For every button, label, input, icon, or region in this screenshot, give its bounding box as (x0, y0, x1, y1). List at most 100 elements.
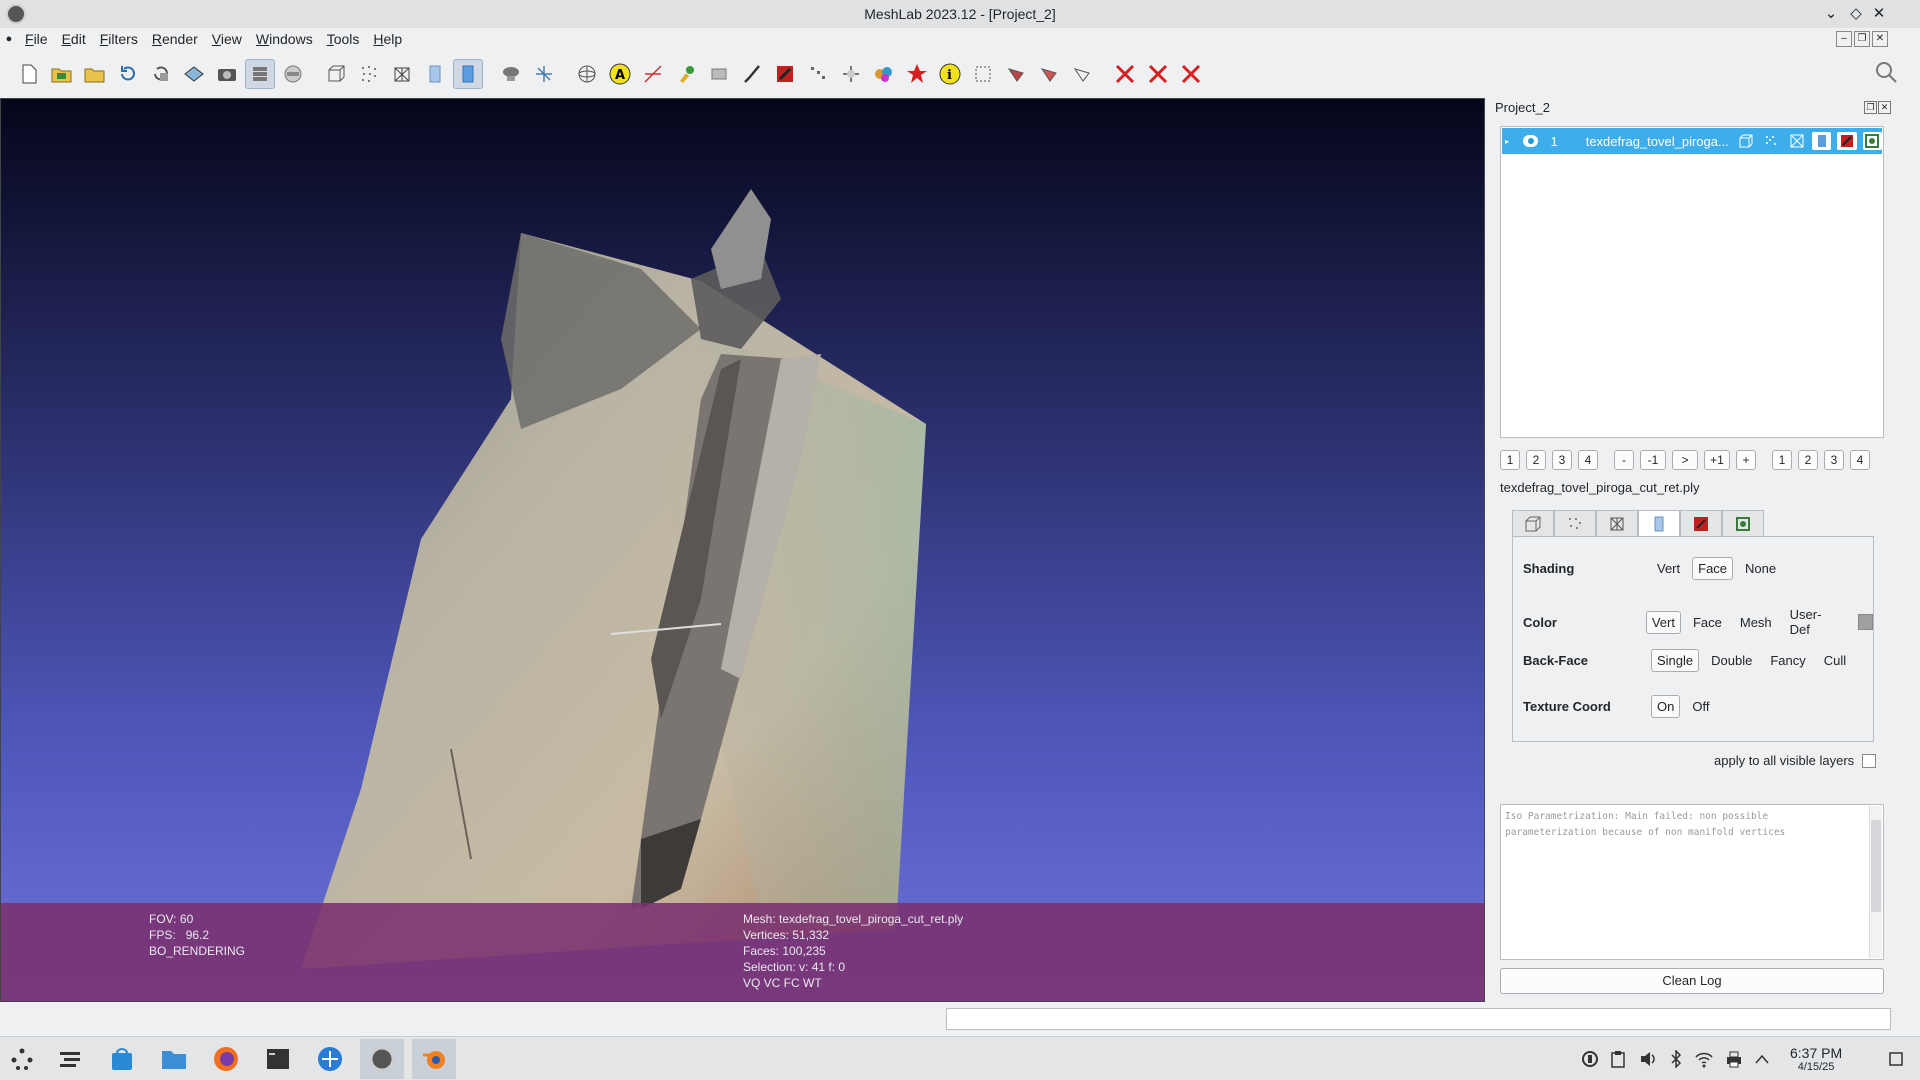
light-icon[interactable] (496, 59, 526, 89)
tray-status-icon[interactable] (1580, 1049, 1600, 1069)
menu-view[interactable]: View (205, 31, 249, 47)
remove-selected-faces-icon[interactable] (1143, 59, 1173, 89)
layer-btn-minus-one[interactable]: -1 (1640, 450, 1666, 470)
layer-btn-4[interactable]: 4 (1578, 450, 1598, 470)
menu-tools[interactable]: Tools (320, 31, 367, 47)
minimize-icon[interactable]: ⌄ (1820, 3, 1842, 25)
manipulator-icon[interactable] (836, 59, 866, 89)
export-mesh-icon[interactable] (179, 59, 209, 89)
raster-icon[interactable] (278, 59, 308, 89)
clean-log-button[interactable]: Clean Log (1500, 968, 1884, 994)
info-icon[interactable]: i (935, 59, 965, 89)
log-scrollbar[interactable] (1869, 806, 1882, 958)
search-icon[interactable] (1874, 60, 1902, 88)
texcoord-on-button[interactable]: On (1651, 695, 1681, 718)
brush-icon[interactable] (737, 59, 767, 89)
blender-icon[interactable] (412, 1039, 456, 1079)
reload-icon[interactable] (113, 59, 143, 89)
pager-icon[interactable] (48, 1039, 92, 1079)
color-userdef-button[interactable]: User-Def (1784, 603, 1846, 641)
texcoord-off-button[interactable]: Off (1686, 695, 1715, 718)
color-mesh-button[interactable]: Mesh (1734, 611, 1778, 634)
tab-bbox[interactable] (1512, 510, 1554, 536)
new-project-icon[interactable] (14, 59, 44, 89)
delete-vertices-icon[interactable] (1001, 59, 1031, 89)
layer-btn-next[interactable]: > (1672, 450, 1698, 470)
file-manager-icon[interactable] (152, 1039, 196, 1079)
application-launcher-icon[interactable] (0, 1039, 44, 1079)
flat-lines-icon[interactable] (420, 59, 450, 89)
wireframe-icon[interactable] (387, 59, 417, 89)
layer-flat-icon[interactable] (1812, 132, 1832, 150)
bluetooth-icon[interactable] (1666, 1049, 1686, 1069)
georef-icon[interactable] (902, 59, 932, 89)
layer-btn-plus[interactable]: + (1736, 450, 1756, 470)
layers-icon[interactable] (244, 59, 275, 89)
tab-solid[interactable] (1638, 510, 1680, 536)
reload-all-icon[interactable] (146, 59, 176, 89)
layer-btn-r3[interactable]: 3 (1824, 450, 1844, 470)
menu-edit[interactable]: Edit (55, 31, 93, 47)
app-icon[interactable] (308, 1039, 352, 1079)
backface-cull-button[interactable]: Cull (1818, 649, 1852, 672)
wifi-icon[interactable] (1694, 1049, 1714, 1069)
layer-btn-minus[interactable]: - (1614, 450, 1634, 470)
tab-texture[interactable] (1680, 510, 1722, 536)
axes-icon[interactable] (529, 59, 559, 89)
layer-row[interactable]: ▸ 1 texdefrag_tovel_piroga... (1502, 128, 1882, 154)
discover-icon[interactable] (100, 1039, 144, 1079)
apply-all-checkbox[interactable] (1862, 753, 1877, 768)
firefox-icon[interactable] (204, 1039, 248, 1079)
log-area[interactable]: Iso Parametrization: Main failed: non po… (1500, 804, 1884, 960)
volume-icon[interactable] (1638, 1049, 1658, 1069)
color-face-button[interactable]: Face (1687, 611, 1728, 634)
printer-icon[interactable] (1724, 1049, 1744, 1069)
backface-double-button[interactable]: Double (1705, 649, 1758, 672)
meshlab-icon[interactable] (360, 1039, 404, 1079)
select-faces-icon[interactable] (968, 59, 998, 89)
terminal-icon[interactable] (256, 1039, 300, 1079)
visibility-eye-icon[interactable] (1523, 135, 1539, 147)
layer-btn-r4[interactable]: 4 (1850, 450, 1870, 470)
app-menu-icon[interactable]: ● (0, 33, 18, 45)
tray-expand-icon[interactable] (1752, 1049, 1772, 1069)
shading-none-button[interactable]: None (1739, 557, 1782, 580)
layer-points-icon[interactable] (1762, 132, 1781, 150)
delete-faces-icon[interactable] (1034, 59, 1064, 89)
measure-icon[interactable] (638, 59, 668, 89)
expand-arrow-icon[interactable]: ▸ (1505, 137, 1509, 146)
layer-btn-3[interactable]: 3 (1552, 450, 1572, 470)
backface-fancy-button[interactable]: Fancy (1764, 649, 1811, 672)
shading-face-button[interactable]: Face (1692, 557, 1734, 580)
backface-single-button[interactable]: Single (1651, 649, 1700, 672)
select-icon[interactable] (704, 59, 734, 89)
layer-wireframe-icon[interactable] (1787, 132, 1806, 150)
menu-help[interactable]: Help (366, 31, 409, 47)
layer-btn-plus-one[interactable]: +1 (1704, 450, 1730, 470)
bbox-icon[interactable] (321, 59, 351, 89)
remove-all-icon[interactable] (1176, 59, 1206, 89)
menu-windows[interactable]: Windows (249, 31, 320, 47)
snapshot-icon[interactable] (212, 59, 242, 89)
layer-btn-2[interactable]: 2 (1526, 450, 1546, 470)
show-desktop-icon[interactable] (1886, 1049, 1906, 1069)
tab-points[interactable] (1554, 510, 1596, 536)
shading-vert-button[interactable]: Vert (1651, 557, 1686, 580)
menu-render[interactable]: Render (145, 31, 205, 47)
close-icon[interactable]: ✕ (1868, 3, 1890, 25)
import-mesh-icon[interactable] (80, 59, 110, 89)
dock-float-icon[interactable]: ❐ (1864, 101, 1877, 114)
open-project-icon[interactable] (47, 59, 77, 89)
align-icon[interactable] (803, 59, 833, 89)
clipboard-icon[interactable] (1608, 1049, 1628, 1069)
color-vert-button[interactable]: Vert (1645, 610, 1681, 634)
layer-btn-r2[interactable]: 2 (1798, 450, 1818, 470)
layer-texture-icon[interactable] (1837, 132, 1857, 150)
annotation-icon[interactable]: A (605, 59, 635, 89)
select-connected-icon[interactable] (1067, 59, 1097, 89)
layer-bbox-icon[interactable] (1736, 132, 1755, 150)
points-icon[interactable] (354, 59, 384, 89)
tab-decorators[interactable] (1722, 510, 1764, 536)
layer-decorator-icon[interactable] (1862, 132, 1882, 150)
mdi-restore-icon[interactable]: ❐ (1854, 31, 1870, 47)
